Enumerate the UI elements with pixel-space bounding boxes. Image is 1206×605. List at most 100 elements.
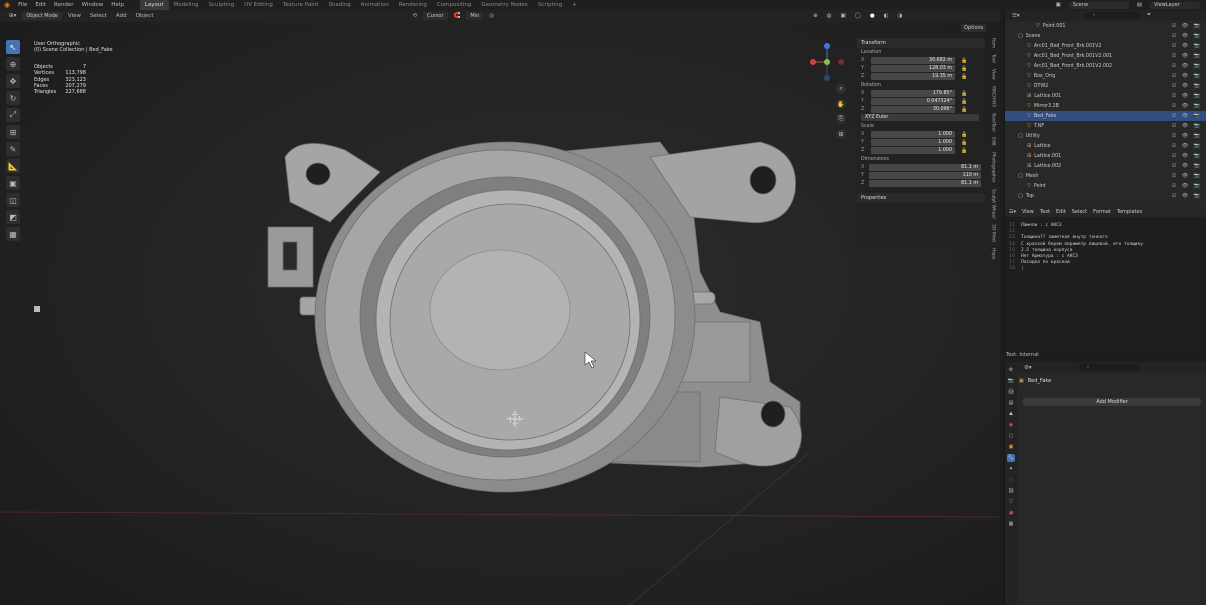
- outliner-row[interactable]: ▢ Mesh ☑ 👁 📷: [1005, 171, 1206, 181]
- lock-icon[interactable]: 🔓: [961, 58, 967, 64]
- view-layer-tab-icon[interactable]: ▤: [1007, 399, 1015, 407]
- hops-tool-icon[interactable]: ◩: [6, 210, 20, 224]
- physics-tab-icon[interactable]: ◌: [1007, 476, 1015, 484]
- visibility-eye-icon[interactable]: ☑ 👁 📷: [1172, 103, 1202, 109]
- outliner-row[interactable]: ▽ Point ☑ 👁 📷: [1005, 181, 1206, 191]
- menu-window[interactable]: Window: [78, 2, 108, 8]
- cursor-tool-icon[interactable]: ⊕: [6, 57, 20, 71]
- text-menu-text[interactable]: Text: [1040, 209, 1050, 215]
- outliner-row[interactable]: ▢ Top ☑ 👁 📷: [1005, 191, 1206, 201]
- editor-type-icon[interactable]: ⊞▾: [6, 13, 19, 19]
- location-z-field[interactable]: 19.35 m: [871, 73, 955, 80]
- outliner-row[interactable]: ▽ T.NF ☑ 👁 📷: [1005, 121, 1206, 131]
- output-tab-icon[interactable]: 🖨: [1007, 388, 1015, 396]
- view-layer-field[interactable]: ViewLayer: [1150, 1, 1200, 9]
- sidebar-tab-booltool[interactable]: BoolTool: [991, 113, 996, 132]
- 3d-viewport[interactable]: ↖ ⊕ ✥ ↻ ⤢ ⊞ ✎ 📐 ▣ ◫ ◩ ▦ User Orthographi…: [0, 22, 1000, 605]
- ortho-grid-icon[interactable]: ⊞: [836, 129, 846, 139]
- move-tool-icon[interactable]: ✥: [6, 74, 20, 88]
- visibility-eye-icon[interactable]: ☑ 👁 📷: [1172, 73, 1202, 79]
- menu-edit[interactable]: Edit: [31, 2, 50, 8]
- snap-selector[interactable]: Min: [466, 12, 484, 20]
- text-editor-icon[interactable]: ☰▾: [1009, 209, 1016, 215]
- navigation-gizmo[interactable]: [805, 40, 849, 84]
- properties-editor-icon[interactable]: ⚙▾: [1021, 365, 1035, 371]
- pan-hand-icon[interactable]: ✋: [836, 99, 846, 109]
- rotation-mode-select[interactable]: XYZ Euler: [861, 114, 979, 121]
- visibility-eye-icon[interactable]: ☑ 👁 📷: [1172, 53, 1202, 59]
- sidebar-tab-3d-print[interactable]: 3D Print: [991, 224, 996, 242]
- object-tab-icon[interactable]: ▣: [1007, 443, 1015, 451]
- tab-modeling[interactable]: Modeling: [169, 0, 204, 10]
- scale-z-field[interactable]: 1.000: [871, 147, 955, 154]
- text-menu-view[interactable]: View: [1022, 209, 1034, 215]
- rotation-y-field[interactable]: 0.047324°: [871, 98, 955, 105]
- visibility-eye-icon[interactable]: ☑ 👁 📷: [1172, 193, 1202, 199]
- visibility-eye-icon[interactable]: ☑ 👁 📷: [1172, 63, 1202, 69]
- tab-sculpting[interactable]: Sculpting: [204, 0, 240, 10]
- text-editor-body[interactable]: 11 12 13 14 15 16 17 18 Ламели : с АКС3 Толщина…: [1005, 217, 1206, 273]
- snap-icon[interactable]: 🧲: [451, 13, 464, 19]
- shading-rendered-icon[interactable]: ◑: [894, 13, 905, 19]
- visibility-eye-icon[interactable]: ☑ 👁 📷: [1172, 93, 1202, 99]
- sidebar-tab-edit[interactable]: Edit: [991, 137, 996, 146]
- dimensions-z-field[interactable]: 81.1 m: [869, 180, 981, 187]
- gizmo-toggle-icon[interactable]: ⊕: [810, 13, 821, 19]
- outliner-row[interactable]: ⊞ Lattice.001 ☑ 👁 📷: [1005, 91, 1206, 101]
- outliner-row[interactable]: ▢ Utility ☑ 👁 📷: [1005, 131, 1206, 141]
- menu-file[interactable]: File: [14, 2, 31, 8]
- mode-selector[interactable]: Object Mode: [22, 12, 62, 20]
- lock-icon[interactable]: 🔓: [961, 148, 967, 154]
- boxcutter-tool-icon[interactable]: ▦: [6, 227, 20, 241]
- visibility-eye-icon[interactable]: ☑ 👁 📷: [1172, 173, 1202, 179]
- properties-search-input[interactable]: ⌕: [1078, 364, 1139, 371]
- outliner-editor-icon[interactable]: ☰▾: [1009, 13, 1023, 19]
- tab-texture-paint[interactable]: Texture Paint: [278, 0, 324, 10]
- sidebar-tab-hops[interactable]: Hops: [991, 248, 996, 259]
- lock-icon[interactable]: 🔓: [961, 99, 967, 105]
- zoom-icon[interactable]: ⌕: [836, 84, 846, 94]
- visibility-eye-icon[interactable]: ☑ 👁 📷: [1172, 153, 1202, 159]
- add-primitive-tool-icon[interactable]: ◫: [6, 193, 20, 207]
- outliner-row[interactable]: ⊞ Lattice.002 ☑ 👁 📷: [1005, 161, 1206, 171]
- constraints-tab-icon[interactable]: ⛓: [1007, 487, 1015, 495]
- rotation-z-field[interactable]: 30.096°: [871, 106, 955, 113]
- sidebar-tab-sculpt-wheel[interactable]: Sculpt Wheel: [991, 189, 996, 219]
- outliner-row[interactable]: ▽ Arc01_Bed_Front_Brk.001V2 ☑ 👁 📷: [1005, 41, 1206, 51]
- location-y-field[interactable]: 128.03 m: [871, 65, 955, 72]
- text-menu-format[interactable]: Format: [1093, 209, 1111, 215]
- visibility-eye-icon[interactable]: ☑ 👁 📷: [1172, 43, 1202, 49]
- sidebar-tab-view[interactable]: View: [991, 69, 996, 80]
- tool-tab-icon[interactable]: ⚙: [1007, 366, 1015, 374]
- outliner-row[interactable]: ⊞ Lattice.001 ☑ 👁 📷: [1005, 151, 1206, 161]
- pivot-selector[interactable]: Cursor: [423, 12, 448, 20]
- visibility-eye-icon[interactable]: ☑ 👁 📷: [1172, 113, 1202, 119]
- material-tab-icon[interactable]: ◕: [1007, 509, 1015, 517]
- scale-y-field[interactable]: 1.000: [871, 139, 955, 146]
- text-menu-templates[interactable]: Templates: [1117, 209, 1142, 215]
- outliner-row[interactable]: ▽ Mirror3.2B ☑ 👁 📷: [1005, 101, 1206, 111]
- lock-icon[interactable]: 🔓: [961, 140, 967, 146]
- outliner-row[interactable]: ▢ Scene ☑ 👁 📷: [1005, 31, 1206, 41]
- tab-scripting[interactable]: Scripting: [533, 0, 567, 10]
- tab-animation[interactable]: Animation: [356, 0, 394, 10]
- transform-tool-icon[interactable]: ⊞: [6, 125, 20, 139]
- tab-shading[interactable]: Shading: [323, 0, 355, 10]
- view-menu[interactable]: View: [65, 13, 84, 19]
- dimensions-x-field[interactable]: 81.1 m: [869, 164, 981, 171]
- menu-help[interactable]: Help: [107, 2, 128, 8]
- sidebar-tab-machin3[interactable]: MACHIN3: [991, 86, 996, 107]
- add-cube-tool-icon[interactable]: ▣: [6, 176, 20, 190]
- scale-x-field[interactable]: 1.000: [871, 131, 955, 138]
- outliner-row[interactable]: ▽ DTW2 ☑ 👁 📷: [1005, 81, 1206, 91]
- visibility-eye-icon[interactable]: ☑ 👁 📷: [1172, 23, 1202, 29]
- scene-field[interactable]: Scene: [1068, 1, 1129, 9]
- add-menu[interactable]: Add: [113, 13, 130, 19]
- xray-toggle-icon[interactable]: ▣: [838, 13, 849, 19]
- shading-solid-icon[interactable]: ●: [867, 13, 878, 19]
- annotate-tool-icon[interactable]: ✎: [6, 142, 20, 156]
- visibility-eye-icon[interactable]: ☑ 👁 📷: [1172, 123, 1202, 129]
- outliner-row[interactable]: ▽ Box_Orig ☑ 👁 📷: [1005, 71, 1206, 81]
- outliner-row[interactable]: ▽ Point.001 ☑ 👁 📷: [1005, 21, 1206, 31]
- visibility-eye-icon[interactable]: ☑ 👁 📷: [1172, 143, 1202, 149]
